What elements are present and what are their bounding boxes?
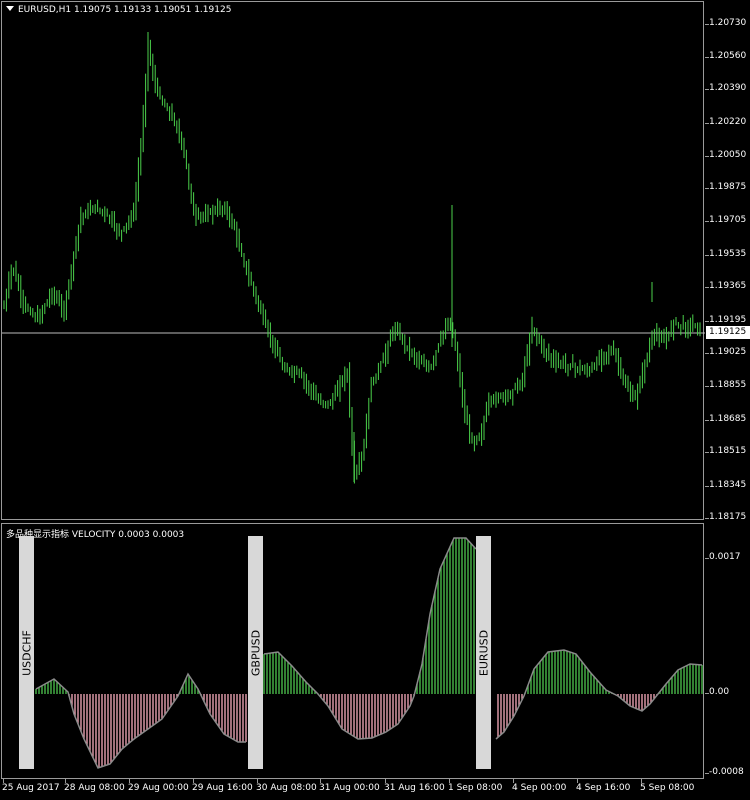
price-tick-label: 1.19535 xyxy=(709,249,747,259)
symbol-label-text: EURUSD xyxy=(477,629,490,676)
indicator-axis[interactable]: 0.0017 0.00 -0.0008 xyxy=(705,523,750,779)
time-tick-label: 25 Aug 2017 xyxy=(2,783,60,793)
current-price-label: 1.19125 xyxy=(706,326,750,339)
price-axis[interactable]: 1.20730 1.20560 1.20390 1.20220 1.20050 1.198… xyxy=(705,1,750,522)
time-tick-label: 4 Sep 00:00 xyxy=(512,783,567,793)
time-tick-label: 31 Aug 16:00 xyxy=(384,783,445,793)
price-chart-pane[interactable]: EURUSD,H1 1.19075 1.19133 1.19051 1.1912… xyxy=(1,1,705,520)
time-tick-label: 4 Sep 16:00 xyxy=(576,783,631,793)
time-axis[interactable]: 25 Aug 2017 28 Aug 08:00 29 Aug 00:00 29 Au… xyxy=(0,779,750,800)
time-tick-label: 31 Aug 00:00 xyxy=(319,783,380,793)
price-tick-label: 1.20560 xyxy=(709,51,747,61)
time-tick-label: 28 Aug 08:00 xyxy=(64,783,125,793)
price-tick-label: 1.19025 xyxy=(709,347,747,357)
time-tick-label: 29 Aug 16:00 xyxy=(192,783,253,793)
price-tick-label: 1.20220 xyxy=(709,117,747,127)
time-tick-label: 5 Sep 08:00 xyxy=(640,783,695,793)
symbol-label-eurusd: EURUSD xyxy=(476,536,491,769)
indicator-tick-label: -0.0008 xyxy=(709,767,744,777)
symbol-label-text: USDCHF xyxy=(20,629,33,676)
indicator-tick-label: 0.00 xyxy=(709,687,730,697)
indicator-tick-label: 0.0017 xyxy=(709,552,741,562)
symbol-label-gbpusd: GBPUSD xyxy=(248,536,263,769)
price-tick-label: 1.18855 xyxy=(709,380,747,390)
price-tick-label: 1.19365 xyxy=(709,281,747,291)
price-tick-label: 1.18345 xyxy=(709,480,747,490)
velocity-line xyxy=(495,649,703,740)
price-tick-label: 1.19705 xyxy=(709,215,747,225)
time-tick-label: 1 Sep 08:00 xyxy=(448,783,503,793)
price-tick-label: 1.20730 xyxy=(709,18,747,28)
time-tick-label: 29 Aug 00:00 xyxy=(128,783,189,793)
price-tick-label: 1.18515 xyxy=(709,446,747,456)
time-tick-label: 30 Aug 08:00 xyxy=(256,783,317,793)
price-tick-label: 1.18685 xyxy=(709,414,747,424)
price-tick-label: 1.20390 xyxy=(709,83,747,93)
price-tick-label: 1.20050 xyxy=(709,150,747,160)
symbol-label-usdchf: USDCHF xyxy=(19,536,34,769)
velocity-histogram xyxy=(35,537,703,769)
indicator-pane[interactable]: 多品种显示指标 VELOCITY 0.0003 0.0003 USDCHF GBP… xyxy=(1,523,704,779)
symbol-label-text: GBPUSD xyxy=(249,629,262,676)
price-tick-label: 1.19195 xyxy=(709,315,747,325)
candlestick-series xyxy=(2,32,705,484)
price-tick-label: 1.19875 xyxy=(709,182,747,192)
price-tick-label: 1.18175 xyxy=(709,512,747,522)
